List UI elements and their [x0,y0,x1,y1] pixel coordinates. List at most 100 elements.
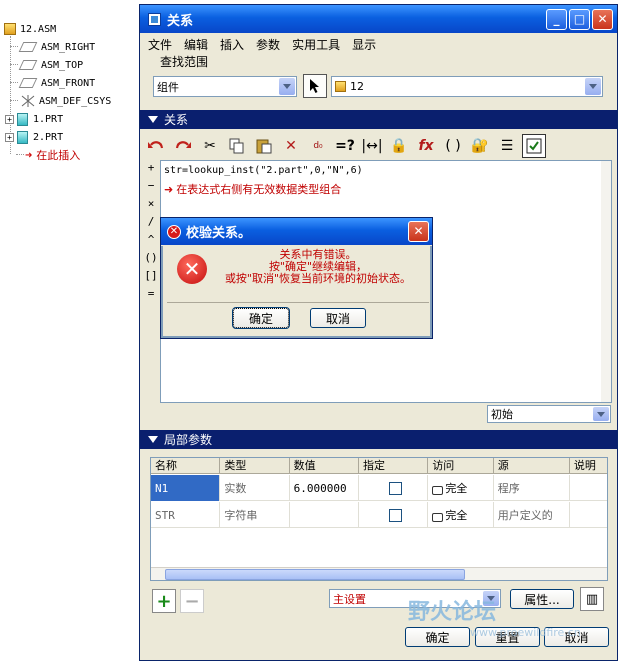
tree-item-asm-right[interactable]: ASM_RIGHT [18,38,95,56]
tree-item-root[interactable]: 12.ASM [4,20,56,38]
insert-parentheses-button[interactable]: ( ) [441,134,465,158]
tree-item-part-1[interactable]: + 1.PRT [5,110,63,128]
tree-item-asm-def-csys[interactable]: ASM_DEF_CSYS [21,92,111,110]
column-header-type[interactable]: 类型 [220,458,290,474]
lock-parameter-button[interactable]: 🔒 [387,134,411,158]
tree-item-asm-top[interactable]: ASM_TOP [18,56,83,74]
tree-item-part-2[interactable]: + 2.PRT [5,128,63,146]
operator-divide[interactable]: / [144,215,158,233]
table-row[interactable]: STR 字符串 完全 用户定义的 [151,502,607,528]
select-model-button[interactable] [303,74,327,98]
model-select[interactable]: 12 [331,76,603,97]
undo-icon [148,141,164,149]
cut-button[interactable]: ✂ [198,134,222,158]
paste-button[interactable] [252,134,276,158]
add-parameter-button[interactable]: + [152,589,176,613]
operator-multiply[interactable]: × [144,197,158,215]
menu-insert[interactable]: 插入 [220,36,244,53]
relation-error-line: ➜ 在表达式右侧有无效数据类型组合 [164,181,341,197]
operator-power[interactable]: ^ [144,233,158,251]
dialog-close-button[interactable]: ✕ [408,221,429,242]
undo-button[interactable] [144,134,168,158]
evaluate-selection-button[interactable]: d₀ [306,134,330,158]
cell-name[interactable]: N1 [151,475,221,501]
close-button[interactable]: ✕ [592,9,613,30]
copy-button[interactable] [225,134,249,158]
column-header-value[interactable]: 数值 [290,458,359,474]
designate-checkbox[interactable] [388,508,402,522]
designate-checkbox[interactable] [388,481,402,495]
local-params-section-header[interactable]: 局部参数 [140,430,617,449]
chevron-down-icon[interactable] [279,78,295,95]
scrollbar-thumb[interactable] [165,569,465,580]
menu-parameters[interactable]: 参数 [256,36,280,53]
column-header-name[interactable]: 名称 [151,458,221,474]
maximize-button[interactable]: □ [569,9,590,30]
cell-designate[interactable] [359,475,429,501]
relations-section-header[interactable]: 关系 [140,110,617,129]
lookin-label: 查找范围 [160,55,209,69]
cell-access[interactable]: 完全 [428,475,494,501]
cell-type[interactable]: 字符串 [220,502,290,528]
scope-select[interactable]: 组件 [153,76,297,97]
menu-file[interactable]: 文件 [148,36,172,53]
tree-item-insert-here[interactable]: ➜ 在此插入 [25,146,80,164]
dialog-cancel-button[interactable]: 取消 [310,308,366,328]
table-horizontal-scrollbar[interactable] [151,567,607,580]
cell-type[interactable]: 实数 [220,475,290,501]
cell-source[interactable]: 程序 [494,475,570,501]
paste-icon [256,139,272,154]
insert-function-button[interactable]: fx [414,134,438,158]
verify-relations-button[interactable]: 🔐 [468,134,492,158]
column-header-source[interactable]: 源 [494,458,570,474]
cell-value[interactable] [290,502,359,528]
column-header-designate[interactable]: 指定 [359,458,429,474]
verify-relations-dialog: ✕ 校验关系。 ✕ ✕ 关系中有错误。 按"确定"继续编辑， 或按"取消"恢复当… [160,217,433,339]
minimize-button[interactable]: _ [546,9,567,30]
cell-description[interactable] [570,502,607,528]
properties-button[interactable]: 属性... [510,589,574,609]
dialog-ok-button[interactable]: 确定 [232,307,290,329]
menu-display[interactable]: 显示 [352,36,376,53]
menu-utilities[interactable]: 实用工具 [292,36,340,53]
cell-designate[interactable] [359,502,429,528]
expand-icon[interactable]: + [5,132,14,142]
show-units-toggle[interactable] [522,134,546,158]
column-header-description[interactable]: 说明 [570,458,607,474]
delete-button[interactable]: ✕ [279,134,303,158]
sort-relations-button[interactable]: ☰ [495,134,519,158]
dialog-titlebar[interactable]: ✕ 校验关系。 ✕ [161,218,432,245]
column-header-access[interactable]: 访问 [428,458,494,474]
chevron-down-icon[interactable] [593,407,609,421]
operator-plus[interactable]: + [144,161,158,179]
dialog-message: 关系中有错误。 按"确定"继续编辑， 或按"取消"恢复当前环境的初始状态。 [213,249,423,285]
operator-parentheses[interactable]: () [144,251,158,269]
insert-dimension-button[interactable]: |↔| [360,134,384,158]
collapse-triangle-icon [148,116,158,123]
editor-scrollbar[interactable] [601,161,611,402]
cell-value[interactable]: 6.000000 [290,475,359,501]
menu-edit[interactable]: 编辑 [184,36,208,53]
ok-button[interactable]: 确定 [405,627,470,647]
chevron-down-icon[interactable] [585,78,601,95]
cell-name[interactable]: STR [151,502,221,528]
expand-icon[interactable]: + [5,114,14,124]
cell-description[interactable] [570,475,607,501]
operator-brackets[interactable]: [] [144,269,158,287]
relation-code-line[interactable]: str=lookup_inst("2.part",0,"N",6) [164,165,363,176]
operator-minus[interactable]: − [144,179,158,197]
tree-item-asm-front[interactable]: ASM_FRONT [18,74,96,92]
sort-select[interactable]: 初始 [487,405,611,423]
table-row[interactable]: N1 实数 6.000000 完全 程序 [151,475,607,501]
redo-button[interactable] [171,134,195,158]
cell-access[interactable]: 完全 [428,502,494,528]
cell-source[interactable]: 用户定义的 [494,502,570,528]
remove-parameter-button[interactable]: − [180,589,204,613]
evaluate-expression-button[interactable]: =? [333,134,357,158]
equals-question-icon: =? [335,138,355,154]
tree-item-label: ASM_FRONT [41,77,96,89]
operator-equals[interactable]: = [144,287,158,305]
access-lock-icon [432,485,444,495]
window-titlebar[interactable]: 关系 _ □ ✕ [140,5,617,33]
table-columns-button[interactable]: ▥ [580,587,604,611]
